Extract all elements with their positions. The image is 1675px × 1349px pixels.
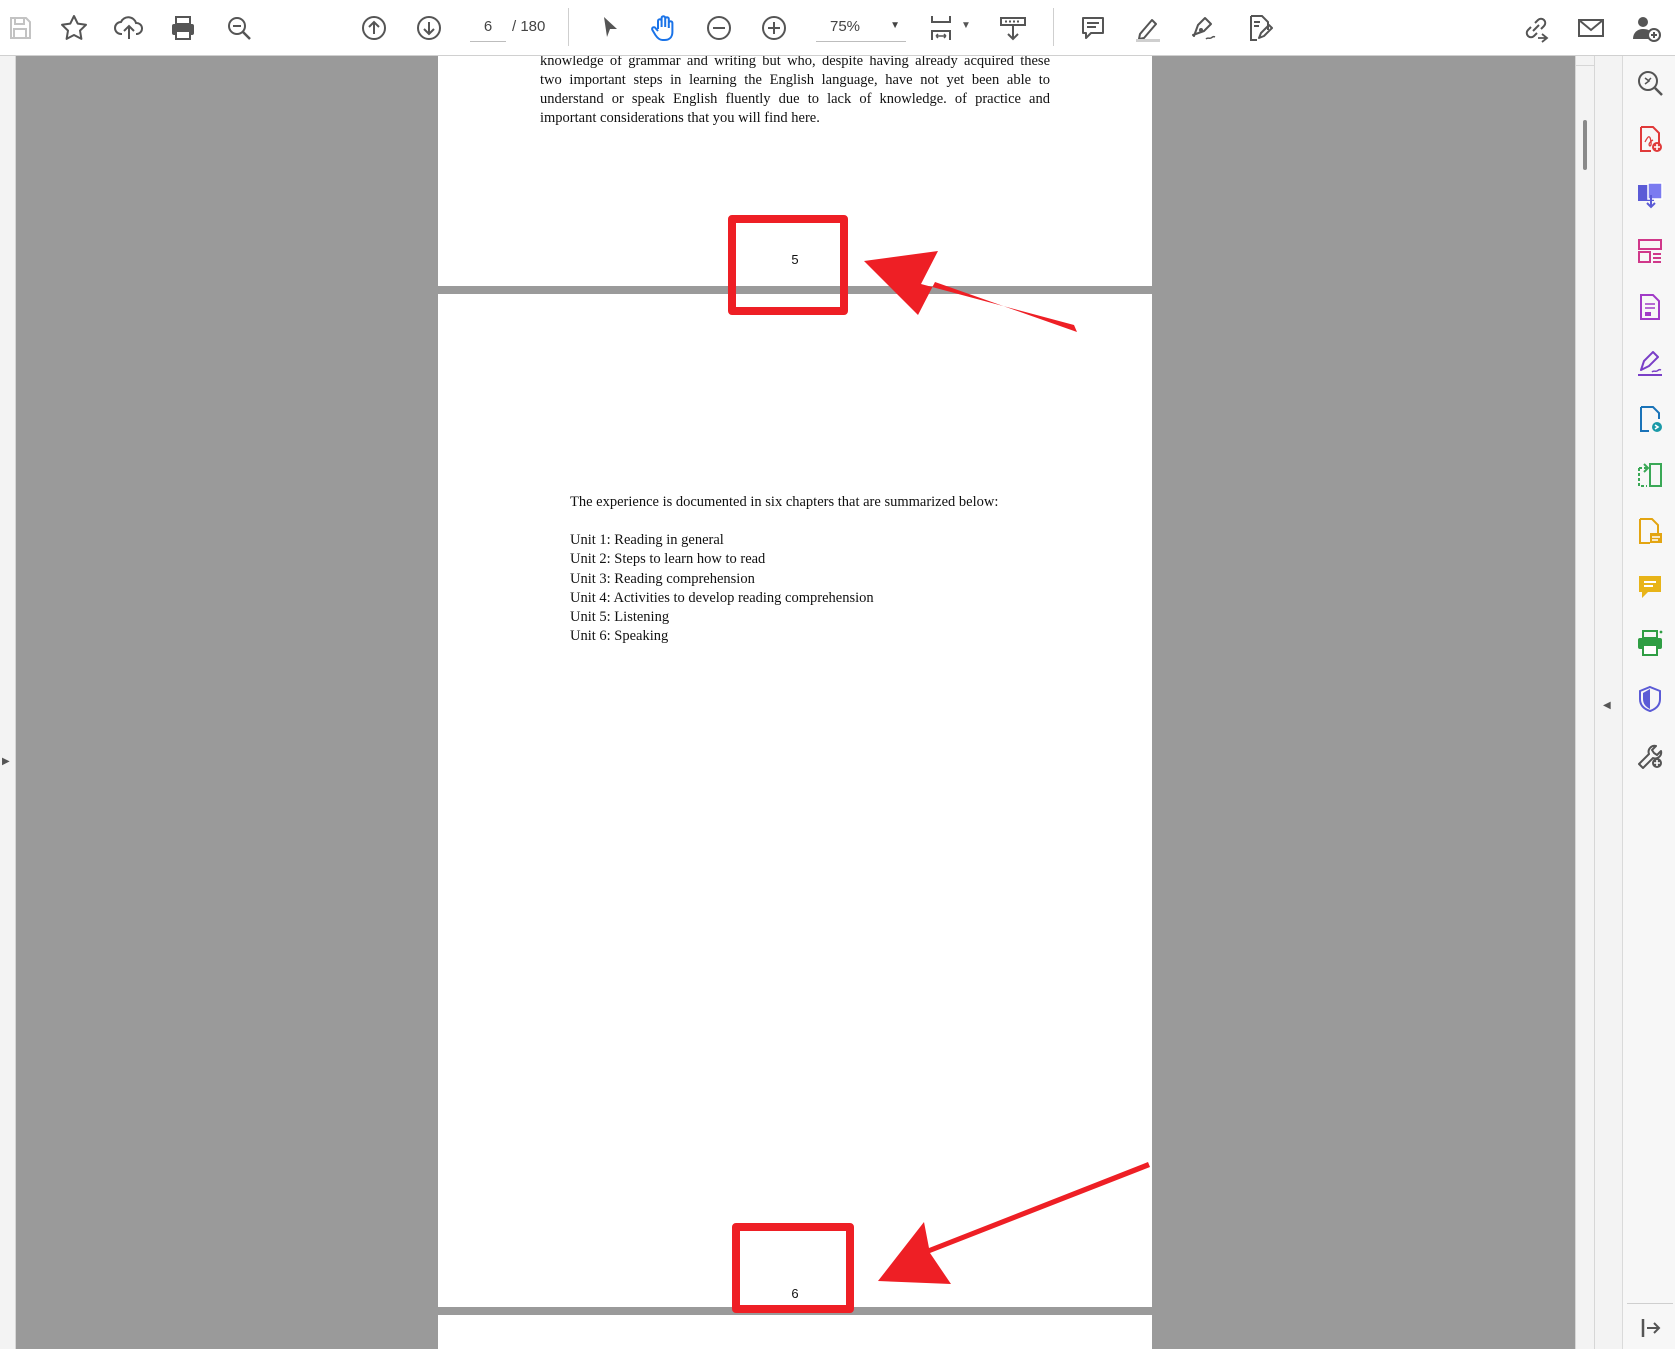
toolbar-divider <box>568 8 569 46</box>
list-item: Unit 2: Steps to learn how to read <box>570 551 766 568</box>
organize-pages-icon[interactable] <box>1633 234 1667 268</box>
sign-icon[interactable] <box>1183 8 1223 48</box>
share-link-icon[interactable] <box>1516 8 1556 48</box>
page-5-paragraph: knowledge of grammar and writing but who… <box>540 56 1050 128</box>
create-pdf-icon[interactable] <box>1633 122 1667 156</box>
fit-dropdown-caret-icon[interactable]: ▼ <box>961 20 971 31</box>
highlight-icon[interactable] <box>1128 8 1168 48</box>
fill-sign-icon[interactable] <box>1633 346 1667 380</box>
list-item: Unit 3: Reading comprehension <box>570 570 755 587</box>
scrollbar-thumb[interactable] <box>1583 120 1587 170</box>
left-nav-collapsed: ▶ <box>0 56 16 1349</box>
zoom-value: 75% <box>830 18 861 35</box>
text-line: two important steps in learning the Engl… <box>540 72 1050 88</box>
upload-cloud-icon[interactable] <box>109 8 149 48</box>
page-total-label: / 180 <box>512 18 546 35</box>
highlight-box-page-5 <box>728 215 848 315</box>
text-line: knowledge of grammar and writing but who… <box>540 56 1050 69</box>
enhance-scan-icon[interactable] <box>1633 66 1667 100</box>
print-icon[interactable] <box>163 8 203 48</box>
edit-pdf-icon[interactable] <box>1239 8 1279 48</box>
add-user-icon[interactable] <box>1626 8 1666 48</box>
scroll-mode-icon[interactable] <box>993 8 1033 48</box>
pdf-page-7 <box>438 1315 1152 1349</box>
next-page-icon[interactable] <box>409 8 449 48</box>
save-icon[interactable] <box>0 8 40 48</box>
select-arrow-icon[interactable] <box>590 8 630 48</box>
vertical-scrollbar[interactable] <box>1575 56 1595 1349</box>
toolbar-divider <box>1053 8 1054 46</box>
compare-icon[interactable] <box>1633 458 1667 492</box>
list-item: Unit 5: Listening <box>570 609 670 626</box>
protect-icon[interactable] <box>1633 682 1667 716</box>
add-comment-icon[interactable] <box>1633 570 1667 604</box>
highlight-box-page-6 <box>732 1223 854 1313</box>
hand-tool-icon[interactable] <box>644 8 684 48</box>
zoom-out-icon[interactable] <box>699 8 739 48</box>
page-number-input[interactable] <box>470 12 506 42</box>
right-panel-toggle-strip: ◀ <box>1595 56 1622 1349</box>
send-for-review-icon[interactable] <box>1633 402 1667 436</box>
zoom-dropdown[interactable]: 75% ▼ <box>816 12 906 42</box>
print-production-icon[interactable] <box>1633 626 1667 660</box>
tools-divider <box>1627 1303 1673 1304</box>
chevron-down-icon: ▼ <box>890 20 900 31</box>
text-line: important considerations that you will f… <box>540 110 820 126</box>
more-tools-icon[interactable] <box>1633 738 1667 772</box>
zoom-in-icon[interactable] <box>754 8 794 48</box>
email-icon[interactable] <box>1571 8 1611 48</box>
fill-form-icon[interactable] <box>1633 290 1667 324</box>
list-item: Unit 6: Speaking <box>570 628 669 645</box>
expand-left-panel-icon[interactable]: ▶ <box>2 756 10 767</box>
intro-sentence: The experience is documented in six chap… <box>570 494 999 510</box>
collapse-panel-icon[interactable] <box>1633 1311 1667 1345</box>
fit-page-icon[interactable] <box>922 8 962 48</box>
pdf-page-6: The experience is documented in six chap… <box>438 294 1152 1307</box>
main-toolbar: / 180 75% ▼ ▼ <box>0 0 1675 56</box>
tools-panel <box>1622 56 1675 1349</box>
request-signature-icon[interactable] <box>1633 514 1667 548</box>
export-pdf-icon[interactable] <box>1633 178 1667 212</box>
previous-page-icon[interactable] <box>354 8 394 48</box>
bookmark-star-icon[interactable] <box>54 8 94 48</box>
scrollbar-top-cap <box>1576 56 1594 66</box>
collapse-right-panel-icon[interactable]: ◀ <box>1603 700 1611 711</box>
text-line: understand or speak English fluently due… <box>540 91 1050 107</box>
list-item: Unit 4: Activities to develop reading co… <box>570 589 874 606</box>
comment-icon[interactable] <box>1073 8 1113 48</box>
units-list: Unit 1: Reading in general Unit 2: Steps… <box>570 531 874 647</box>
zoom-search-icon[interactable] <box>219 8 259 48</box>
list-item: Unit 1: Reading in general <box>570 532 724 548</box>
